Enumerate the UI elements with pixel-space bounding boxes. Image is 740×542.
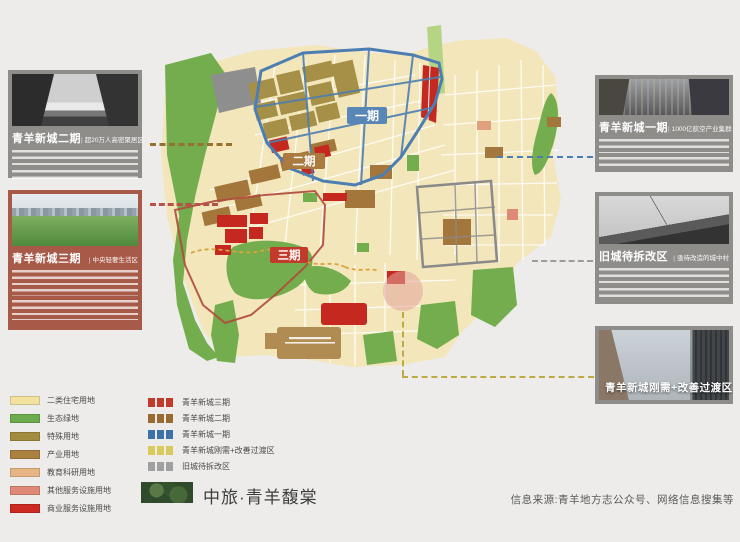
legend-row: 青羊新城二期 bbox=[148, 413, 275, 423]
poster: 一期 二期 三期 青羊新城二期 | 超20万人高密聚居区 青羊新城三期 | 中央轻奢… bbox=[0, 0, 740, 542]
legend-row: 特殊用地 bbox=[10, 431, 111, 441]
legend-row: 青羊新城三期 bbox=[148, 397, 275, 407]
svg-text:一期: 一期 bbox=[355, 108, 379, 123]
legend-row: 生态绿地 bbox=[10, 413, 111, 423]
panel-oldtown: 旧城待拆改区 | 亟待改造的城中村 bbox=[595, 192, 733, 304]
legend-swatch bbox=[10, 395, 40, 405]
legend-row: 旧城待拆改区 bbox=[148, 461, 275, 471]
master-plan-map: 一期 二期 三期 bbox=[161, 25, 561, 367]
panel-phase2: 青羊新城二期 | 超20万人高密聚居区 bbox=[8, 70, 144, 180]
oldtown-photo bbox=[599, 196, 729, 244]
title-divider: | bbox=[673, 255, 675, 262]
legend-row: 商业服务设施用地 bbox=[10, 503, 111, 513]
badge-phase2: 二期 bbox=[283, 153, 325, 169]
connector-transition-vertical bbox=[402, 312, 404, 376]
legend-swatch-dashed bbox=[148, 429, 175, 439]
body-text-lines bbox=[12, 150, 138, 166]
legend-swatch bbox=[10, 485, 40, 495]
legend-row: 二类住宅用地 bbox=[10, 395, 111, 405]
panel-title: 青羊新城二期 bbox=[12, 133, 81, 145]
source-note: 信息来源:青羊地方志公众号、网络信息搜集等 bbox=[510, 494, 734, 506]
title-divider: | bbox=[88, 257, 91, 264]
panel-title: 青羊新城一期 bbox=[599, 122, 668, 134]
title-divider: | bbox=[81, 137, 83, 144]
legend-swatch-dashed bbox=[148, 413, 175, 423]
legend-swatch bbox=[10, 449, 40, 459]
body-text-lines bbox=[599, 268, 729, 284]
panel-phase1: 青羊新城一期 | 1000亿航空产业集群 bbox=[595, 75, 733, 172]
legend-swatch-dashed bbox=[148, 461, 175, 471]
legend-swatch bbox=[10, 431, 40, 441]
legend-row: 青羊新城刚需+改善过渡区 bbox=[148, 445, 275, 455]
connector-phase1 bbox=[497, 156, 593, 158]
brand-logo-text: 中旅·青羊馥棠 bbox=[203, 488, 318, 507]
legend-row: 青羊新城一期 bbox=[148, 429, 275, 439]
phase3-photo bbox=[12, 194, 138, 246]
connector-phase3 bbox=[150, 203, 218, 206]
phase2-photo bbox=[12, 74, 138, 126]
legend-swatch-dashed bbox=[148, 397, 175, 407]
connector-phase2 bbox=[150, 143, 232, 146]
body-text-lines bbox=[599, 139, 729, 153]
legend-landuse: 二类住宅用地 生态绿地 特殊用地 产业用地 教育科研用地 其他服务设施用地 商业… bbox=[10, 395, 111, 521]
phase1-photo bbox=[599, 79, 729, 115]
body-text-lines bbox=[12, 300, 138, 320]
legend-swatch-dashed bbox=[148, 445, 175, 455]
panel-title: 旧城待拆改区 bbox=[599, 251, 668, 263]
legend-districts: 青羊新城三期 青羊新城二期 青羊新城一期 青羊新城刚需+改善过渡区 旧城待拆改区 bbox=[148, 397, 275, 477]
legend-row: 产业用地 bbox=[10, 449, 111, 459]
body-text-lines bbox=[599, 157, 729, 169]
panel-subtitle: 中央轻奢生活区 bbox=[92, 257, 139, 264]
panel-title: 青羊新城三期 bbox=[12, 253, 81, 265]
body-text-lines bbox=[12, 170, 138, 180]
svg-text:二期: 二期 bbox=[293, 154, 316, 168]
legend-swatch bbox=[10, 503, 40, 513]
body-text-lines bbox=[12, 270, 138, 296]
badge-phase3: 三期 bbox=[270, 247, 308, 263]
panel-subtitle: 1000亿航空产业集群 bbox=[671, 126, 732, 133]
body-text-lines bbox=[599, 288, 729, 300]
legend-swatch bbox=[10, 467, 40, 477]
svg-text:三期: 三期 bbox=[278, 248, 301, 262]
panel-subtitle: 亟待改造的城中村 bbox=[677, 255, 729, 262]
legend-row: 教育科研用地 bbox=[10, 467, 111, 477]
connector-transition-horizontal bbox=[402, 376, 594, 378]
badge-phase1: 一期 bbox=[347, 107, 387, 124]
brand-logo-image bbox=[141, 482, 193, 503]
connector-oldtown bbox=[532, 260, 593, 262]
transition-zone-circle bbox=[383, 271, 423, 311]
panel-subtitle: 超20万人高密聚居区 bbox=[84, 137, 144, 144]
panel-caption: 青羊新城刚需+改善过渡区 bbox=[605, 382, 733, 394]
panel-phase3: 青羊新城三期 | 中央轻奢生活区 bbox=[8, 190, 142, 330]
title-divider: | bbox=[668, 126, 670, 133]
legend-swatch bbox=[10, 413, 40, 423]
legend-row: 其他服务设施用地 bbox=[10, 485, 111, 495]
panel-transition: 青羊新城刚需+改善过渡区 bbox=[595, 326, 733, 404]
